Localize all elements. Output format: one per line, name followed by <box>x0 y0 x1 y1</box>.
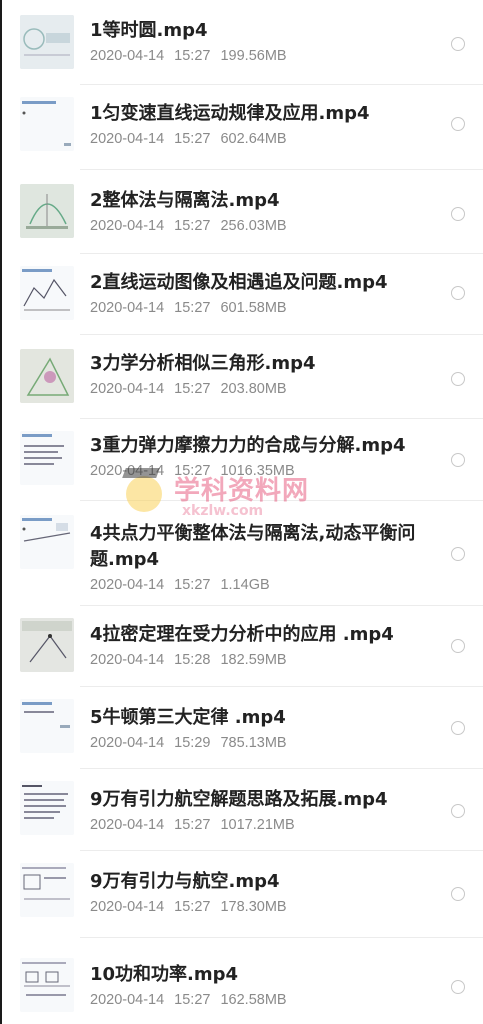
list-item[interactable]: 1匀变速直线运动规律及应用.mp4 2020-04-14 15:27 602.64M… <box>4 85 479 169</box>
file-name: 1等时圆.mp4 <box>90 20 208 41</box>
file-meta: 2020-04-14 15:27 602.64MB <box>90 131 429 147</box>
file-date: 2020-04-14 <box>90 735 165 751</box>
file-date: 2020-04-14 <box>90 300 165 316</box>
file-time: 15:27 <box>174 817 211 833</box>
file-date: 2020-04-14 <box>90 899 165 915</box>
select-radio[interactable] <box>451 887 465 901</box>
file-date: 2020-04-14 <box>90 463 165 479</box>
file-meta: 2020-04-14 15:29 785.13MB <box>90 735 429 751</box>
file-date: 2020-04-14 <box>90 131 165 147</box>
file-date: 2020-04-14 <box>90 381 165 397</box>
select-radio[interactable] <box>451 804 465 818</box>
file-time: 15:27 <box>174 992 211 1008</box>
file-date: 2020-04-14 <box>90 48 165 64</box>
file-meta: 2020-04-14 15:27 162.58MB <box>90 992 429 1008</box>
file-meta: 2020-04-14 15:27 256.03MB <box>90 218 429 234</box>
file-size: 199.56MB <box>220 48 287 64</box>
select-radio[interactable] <box>451 286 465 300</box>
list-item[interactable]: 3力学分析相似三角形.mp4 2020-04-14 15:27 203.80MB <box>4 335 479 419</box>
file-date: 2020-04-14 <box>90 817 165 833</box>
file-name: 4共点力平衡整体法与隔离法,动态平衡问题.mp4 <box>90 523 416 570</box>
select-radio[interactable] <box>451 37 465 51</box>
list-item[interactable]: 10功和功率.mp4 2020-04-14 15:27 162.58MB <box>4 938 479 1024</box>
list-item[interactable]: 9万有引力与航空.mp4 2020-04-14 15:27 178.30MB <box>4 851 479 935</box>
select-radio[interactable] <box>451 721 465 735</box>
file-name: 9万有引力与航空.mp4 <box>90 871 280 892</box>
video-thumbnail <box>20 863 74 917</box>
list-item[interactable]: 2整体法与隔离法.mp4 2020-04-14 15:27 256.03MB <box>4 170 479 254</box>
video-thumbnail <box>20 15 74 69</box>
list-item[interactable]: 4共点力平衡整体法与隔离法,动态平衡问题.mp4 2020-04-14 15:27… <box>4 501 479 606</box>
video-thumbnail <box>20 97 74 151</box>
video-thumbnail <box>20 781 74 835</box>
file-meta: 2020-04-14 15:27 601.58MB <box>90 300 429 316</box>
file-size: 203.80MB <box>220 381 287 397</box>
video-thumbnail <box>20 431 74 485</box>
file-meta: 2020-04-14 15:27 1.14GB <box>90 577 429 593</box>
video-thumbnail <box>20 349 74 403</box>
file-meta: 2020-04-14 15:27 1016.35MB <box>90 463 429 479</box>
file-meta: 2020-04-14 15:27 203.80MB <box>90 381 429 397</box>
file-name: 10功和功率.mp4 <box>90 964 239 985</box>
file-meta: 2020-04-14 15:28 182.59MB <box>90 652 429 668</box>
left-edge <box>0 0 2 1024</box>
file-name: 5牛顿第三大定律 .mp4 <box>90 707 286 728</box>
file-name: 4拉密定理在受力分析中的应用 .mp4 <box>90 624 394 645</box>
file-time: 15:27 <box>174 48 211 64</box>
file-date: 2020-04-14 <box>90 992 165 1008</box>
file-time: 15:27 <box>174 218 211 234</box>
select-radio[interactable] <box>451 639 465 653</box>
list-item[interactable]: 3重力弹力摩擦力力的合成与分解.mp4 2020-04-14 15:27 1016.… <box>4 419 479 501</box>
video-thumbnail <box>20 618 74 672</box>
file-time: 15:27 <box>174 131 211 147</box>
select-radio[interactable] <box>451 207 465 221</box>
file-name: 3重力弹力摩擦力力的合成与分解.mp4 <box>90 435 406 456</box>
video-thumbnail <box>20 184 74 238</box>
file-size: 182.59MB <box>220 652 287 668</box>
file-name: 1匀变速直线运动规律及应用.mp4 <box>90 103 370 124</box>
file-meta: 2020-04-14 15:27 199.56MB <box>90 48 429 64</box>
file-time: 15:27 <box>174 300 211 316</box>
file-date: 2020-04-14 <box>90 577 165 593</box>
file-date: 2020-04-14 <box>90 652 165 668</box>
list-item[interactable]: 4拉密定理在受力分析中的应用 .mp4 2020-04-14 15:28 182.5… <box>4 606 479 686</box>
file-meta: 2020-04-14 15:27 1017.21MB <box>90 817 429 833</box>
select-radio[interactable] <box>451 453 465 467</box>
select-radio[interactable] <box>451 117 465 131</box>
select-radio[interactable] <box>451 980 465 994</box>
file-time: 15:28 <box>174 652 211 668</box>
file-meta: 2020-04-14 15:27 178.30MB <box>90 899 429 915</box>
video-thumbnail <box>20 699 74 753</box>
file-name: 2直线运动图像及相遇追及问题.mp4 <box>90 272 388 293</box>
file-size: 602.64MB <box>220 131 287 147</box>
select-radio[interactable] <box>451 547 465 561</box>
video-thumbnail <box>20 515 74 569</box>
list-item[interactable]: 9万有引力航空解题思路及拓展.mp4 2020-04-14 15:27 1017.2… <box>4 769 479 851</box>
file-time: 15:29 <box>174 735 211 751</box>
file-list-screen: 1等时圆.mp4 2020-04-14 15:27 199.56MB 1匀变速直线运… <box>0 0 483 1024</box>
file-time: 15:27 <box>174 463 211 479</box>
file-size: 1016.35MB <box>220 463 295 479</box>
file-size: 178.30MB <box>220 899 287 915</box>
file-time: 15:27 <box>174 381 211 397</box>
file-size: 785.13MB <box>220 735 287 751</box>
list-item[interactable]: 1等时圆.mp4 2020-04-14 15:27 199.56MB <box>4 0 479 84</box>
file-name: 9万有引力航空解题思路及拓展.mp4 <box>90 789 388 810</box>
file-name: 3力学分析相似三角形.mp4 <box>90 353 316 374</box>
list-item[interactable]: 2直线运动图像及相遇追及问题.mp4 2020-04-14 15:27 601.58… <box>4 254 479 334</box>
select-radio[interactable] <box>451 372 465 386</box>
file-size: 1.14GB <box>220 577 270 593</box>
file-name: 2整体法与隔离法.mp4 <box>90 190 280 211</box>
file-time: 15:27 <box>174 899 211 915</box>
file-size: 601.58MB <box>220 300 287 316</box>
file-size: 1017.21MB <box>220 817 295 833</box>
file-size: 162.58MB <box>220 992 287 1008</box>
file-date: 2020-04-14 <box>90 218 165 234</box>
file-time: 15:27 <box>174 577 211 593</box>
video-thumbnail <box>20 266 74 320</box>
list-item[interactable]: 5牛顿第三大定律 .mp4 2020-04-14 15:29 785.13MB <box>4 687 479 767</box>
file-size: 256.03MB <box>220 218 287 234</box>
video-thumbnail <box>20 958 74 1012</box>
